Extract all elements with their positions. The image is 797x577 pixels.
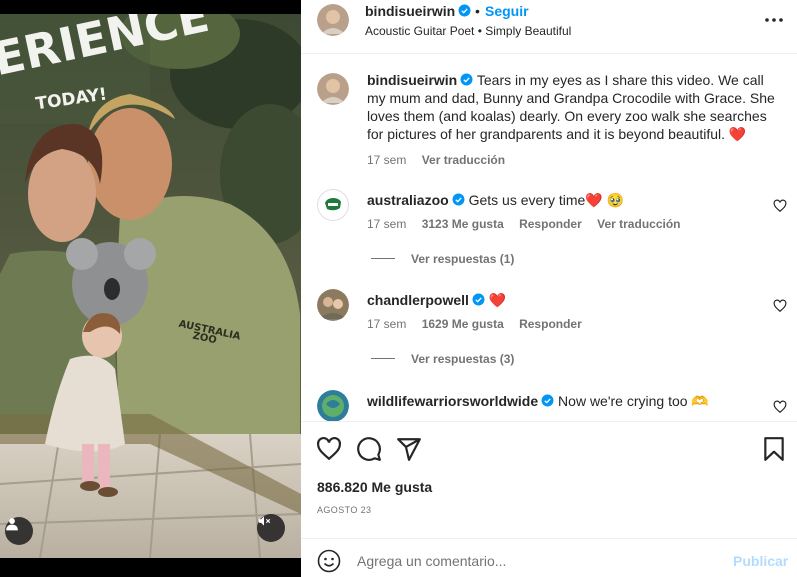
comment-body: Gets us every time❤️ 🥹 <box>468 192 625 208</box>
comment-avatar[interactable] <box>317 189 349 221</box>
replies-divider <box>371 258 395 259</box>
publish-button[interactable]: Publicar <box>733 553 788 569</box>
replies-divider <box>371 358 395 359</box>
caption-text: bindisueirwin Tears in my eyes as I shar… <box>367 71 777 143</box>
comment-time[interactable]: 17 sem <box>367 317 406 331</box>
person-icon <box>6 518 18 531</box>
verified-badge-icon <box>472 293 485 306</box>
comment-like-heart-icon[interactable] <box>773 199 787 213</box>
paper-plane-icon[interactable] <box>396 436 422 462</box>
comment-username[interactable]: australiazoo <box>367 192 449 208</box>
post-media[interactable]: ERIENCE TODAY! AUSTRALIA ZOO <box>0 0 301 577</box>
tagged-users-button[interactable] <box>5 517 33 545</box>
author-avatar[interactable] <box>317 4 349 36</box>
comment-like-heart-icon[interactable] <box>773 299 787 313</box>
speaker-muted-icon <box>258 516 271 526</box>
caption-meta: 17 sem Ver traducción <box>367 153 517 167</box>
header-separator: • <box>475 3 480 19</box>
comment-time[interactable]: 17 sem <box>367 217 406 231</box>
caption-translate-link[interactable]: Ver traducción <box>422 153 505 167</box>
more-options-button[interactable] <box>762 8 786 32</box>
verified-badge-icon <box>452 193 465 206</box>
comment-like-heart-icon[interactable] <box>773 400 787 414</box>
comment-body: Now we're crying too 🫶 <box>558 393 709 409</box>
post-video-image: ERIENCE TODAY! AUSTRALIA ZOO <box>0 14 301 558</box>
verified-badge-icon <box>541 394 554 407</box>
smiley-icon[interactable] <box>317 549 341 573</box>
comment-likes[interactable]: 3123 Me gusta <box>422 217 504 231</box>
follow-button[interactable]: Seguir <box>485 3 529 19</box>
post-video-frame[interactable]: ERIENCE TODAY! AUSTRALIA ZOO <box>0 14 301 558</box>
caption-username[interactable]: bindisueirwin <box>367 72 457 88</box>
comment-text: australiazoo Gets us every time❤️ 🥹 <box>367 191 777 209</box>
comment-translate-link[interactable]: Ver traducción <box>597 217 680 231</box>
audio-subtitle[interactable]: Acoustic Guitar Poet • Simply Beautiful <box>365 24 571 38</box>
comment-body: ❤️ <box>488 292 507 308</box>
likes-count[interactable]: 886.820 Me gusta <box>317 479 432 495</box>
comment-username[interactable]: chandlerpowell <box>367 292 469 308</box>
view-replies-button[interactable]: Ver respuestas (3) <box>371 352 514 366</box>
comment-avatar[interactable] <box>317 390 349 421</box>
reply-button[interactable]: Responder <box>519 317 582 331</box>
comment-bubble-icon[interactable] <box>356 436 382 462</box>
post-date[interactable]: AGOSTO 23 <box>317 505 371 515</box>
instagram-post-view: ERIENCE TODAY! AUSTRALIA ZOO bindisueirw… <box>0 0 797 577</box>
comment-input[interactable] <box>357 551 717 571</box>
comments-list[interactable]: bindisueirwin Tears in my eyes as I shar… <box>301 55 797 421</box>
comment-meta: 17 sem 3123 Me gusta Responder Ver tradu… <box>367 217 693 231</box>
reply-button[interactable]: Responder <box>519 217 582 231</box>
post-actions: 886.820 Me gusta AGOSTO 23 <box>301 421 797 525</box>
comment-meta: 17 sem 1629 Me gusta Responder <box>367 317 594 331</box>
bookmark-icon[interactable] <box>761 436 787 462</box>
ellipsis-icon <box>765 18 783 22</box>
comment-avatar[interactable] <box>317 289 349 321</box>
comment-username[interactable]: wildlifewarriorsworldwide <box>367 393 538 409</box>
heart-icon[interactable] <box>316 436 342 462</box>
caption-time[interactable]: 17 sem <box>367 153 406 167</box>
comment-text: wildlifewarriorsworldwide Now we're cryi… <box>367 392 777 410</box>
comment-text: chandlerpowell ❤️ <box>367 291 777 309</box>
mute-toggle-button[interactable] <box>257 514 285 542</box>
caption-avatar[interactable] <box>317 73 349 105</box>
comment-likes[interactable]: 1629 Me gusta <box>422 317 504 331</box>
post-header: bindisueirwin • Seguir Acoustic Guitar P… <box>301 0 797 54</box>
verified-badge-icon <box>458 4 471 17</box>
comment-composer: Publicar <box>301 538 797 577</box>
post-details-panel: bindisueirwin • Seguir Acoustic Guitar P… <box>301 0 797 577</box>
author-username[interactable]: bindisueirwin <box>365 3 471 19</box>
verified-badge-icon <box>460 73 473 86</box>
view-replies-button[interactable]: Ver respuestas (1) <box>371 252 514 266</box>
